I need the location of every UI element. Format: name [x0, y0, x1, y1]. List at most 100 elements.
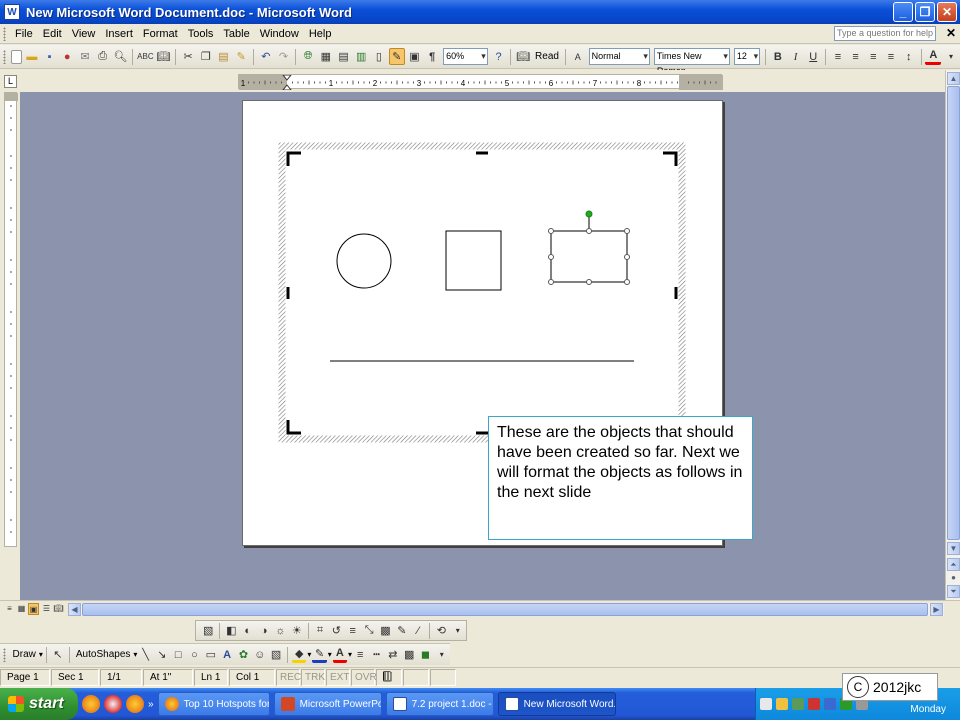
- menu-grip[interactable]: [3, 26, 6, 41]
- arrow-style-icon[interactable]: ⇄: [386, 646, 400, 663]
- web-layout-icon[interactable]: ▦: [16, 603, 27, 615]
- set-transparent-color-icon[interactable]: ⁄: [411, 622, 425, 639]
- line-style-tool-icon[interactable]: ≡: [353, 646, 367, 663]
- word-app-icon[interactable]: W: [4, 4, 20, 20]
- paste-icon[interactable]: ▤: [216, 48, 232, 65]
- help-icon[interactable]: ?: [491, 48, 507, 65]
- text-box-icon[interactable]: ▭: [204, 646, 218, 663]
- previous-page-icon[interactable]: ⏶: [947, 558, 960, 571]
- menu-tools[interactable]: Tools: [183, 25, 219, 43]
- show-hide-icon[interactable]: ¶: [424, 48, 440, 65]
- vertical-scrollbar[interactable]: ▲ ▼ ⏶ ● ⏷: [945, 70, 960, 600]
- print-layout-icon[interactable]: ▣: [28, 603, 39, 615]
- quicklaunch-chevron-icon[interactable]: »: [148, 699, 154, 710]
- menu-file[interactable]: File: [10, 25, 38, 43]
- columns-icon[interactable]: ▯: [371, 48, 387, 65]
- crop-icon[interactable]: ⌗: [313, 622, 327, 639]
- menu-help[interactable]: Help: [304, 25, 337, 43]
- spelling-icon[interactable]: ABC: [137, 48, 153, 65]
- tab-selector-icon[interactable]: L: [4, 75, 17, 88]
- tray-warning-icon[interactable]: [776, 698, 788, 710]
- align-right-icon[interactable]: ≡: [865, 48, 881, 65]
- zoom-select[interactable]: 60%: [443, 48, 488, 65]
- rotate-left-icon[interactable]: ↺: [329, 622, 343, 639]
- insert-picture-icon[interactable]: ▧: [201, 622, 215, 639]
- task-button-powerpoint[interactable]: Microsoft PowerPoin...: [273, 692, 382, 716]
- save-icon[interactable]: ▪: [42, 48, 58, 65]
- font-select[interactable]: Times New Roman: [653, 48, 730, 76]
- shadow-style-icon[interactable]: ▩: [402, 646, 416, 663]
- align-center-icon[interactable]: ≡: [848, 48, 864, 65]
- vertical-ruler[interactable]: [4, 92, 18, 547]
- start-button[interactable]: start: [0, 688, 78, 720]
- task-button-word-new[interactable]: New Microsoft Word...: [497, 692, 616, 716]
- fill-color-icon[interactable]: ◆: [292, 646, 307, 663]
- tray-security-icon[interactable]: [808, 698, 820, 710]
- quicklaunch-firefox-icon[interactable]: [82, 695, 100, 713]
- reset-picture-icon[interactable]: ⟲: [434, 622, 448, 639]
- toolbar-options-icon[interactable]: ▾: [451, 622, 465, 639]
- horizontal-scrollbar[interactable]: ◀ ▶: [68, 603, 944, 616]
- rectangle-shape[interactable]: [550, 230, 628, 283]
- menu-format[interactable]: Format: [138, 25, 183, 43]
- hyperlink-icon[interactable]: 🌐︎: [300, 48, 316, 65]
- autoshapes-dropdown-icon[interactable]: ▾: [133, 650, 137, 659]
- redo-icon[interactable]: ↷: [276, 48, 292, 65]
- document-close-icon[interactable]: ✕: [944, 26, 958, 41]
- more-contrast-icon[interactable]: ◐: [241, 622, 255, 639]
- task-button-firefox[interactable]: Top 10 Hotspots for...: [157, 692, 270, 716]
- insert-table-icon[interactable]: ▤: [336, 48, 352, 65]
- format-painter-icon[interactable]: ✎: [233, 48, 249, 65]
- copy-icon[interactable]: ❐: [198, 48, 214, 65]
- line-tool-icon[interactable]: ╲: [138, 646, 152, 663]
- line-style-icon[interactable]: ≡: [346, 622, 360, 639]
- scroll-left-icon[interactable]: ◀: [68, 603, 81, 616]
- clip-art-icon[interactable]: ☺: [253, 646, 267, 663]
- read-icon[interactable]: 📖︎: [515, 48, 531, 65]
- next-page-icon[interactable]: ⏷: [947, 585, 960, 598]
- scroll-up-icon[interactable]: ▲: [947, 72, 960, 85]
- help-search-input[interactable]: Type a question for help: [834, 26, 936, 41]
- reading-layout-icon[interactable]: 📖︎: [53, 603, 64, 615]
- line-color-icon[interactable]: ✎: [312, 646, 327, 663]
- wordart-icon[interactable]: A: [220, 646, 234, 663]
- draw-font-color-dropdown-icon[interactable]: ▾: [348, 650, 352, 659]
- line-color-dropdown-icon[interactable]: ▾: [328, 650, 332, 659]
- cut-icon[interactable]: ✂: [180, 48, 196, 65]
- rectangle-tool-icon[interactable]: □: [171, 646, 185, 663]
- less-contrast-icon[interactable]: ◑: [257, 622, 271, 639]
- italic-button[interactable]: I: [788, 48, 804, 65]
- format-picture-icon[interactable]: ✎: [395, 622, 409, 639]
- scroll-thumb[interactable]: [947, 86, 960, 540]
- task-button-word-project[interactable]: 7.2 project 1.doc - ...: [385, 692, 494, 716]
- text-wrapping-icon[interactable]: ▩: [378, 622, 392, 639]
- menu-edit[interactable]: Edit: [38, 25, 67, 43]
- menu-view[interactable]: View: [67, 25, 101, 43]
- style-select[interactable]: Normal: [588, 48, 650, 65]
- menu-table[interactable]: Table: [218, 25, 254, 43]
- permission-icon[interactable]: ●: [59, 48, 75, 65]
- picture-icon[interactable]: ▧: [269, 646, 283, 663]
- drawing-icon[interactable]: ✎: [388, 48, 405, 65]
- quicklaunch-chrome-icon[interactable]: [104, 695, 122, 713]
- less-brightness-icon[interactable]: ☀: [290, 622, 304, 639]
- dash-style-icon[interactable]: ┅: [369, 646, 383, 663]
- status-ext[interactable]: EXT: [326, 669, 350, 686]
- document-map-icon[interactable]: ▣: [407, 48, 423, 65]
- menu-insert[interactable]: Insert: [100, 25, 138, 43]
- status-trk[interactable]: TRK: [301, 669, 325, 686]
- undo-icon[interactable]: ↶: [258, 48, 274, 65]
- fill-color-dropdown-icon[interactable]: ▾: [307, 650, 311, 659]
- compress-pictures-icon[interactable]: ⤡: [362, 622, 376, 639]
- restore-button[interactable]: ❐: [915, 2, 935, 22]
- drawing-toolbar-options-icon[interactable]: ▾: [435, 646, 449, 663]
- autoshapes-menu-button[interactable]: AutoShapes: [73, 649, 134, 660]
- minimize-button[interactable]: _: [893, 2, 913, 22]
- justify-icon[interactable]: ≡: [883, 48, 899, 65]
- status-ovr[interactable]: OVR: [351, 669, 377, 686]
- drawing-toolbar-grip[interactable]: [3, 647, 6, 662]
- read-button[interactable]: Read: [532, 51, 562, 62]
- align-left-icon[interactable]: ≡: [830, 48, 846, 65]
- 3d-style-icon[interactable]: ◼: [418, 646, 432, 663]
- font-size-select[interactable]: 12: [733, 48, 761, 65]
